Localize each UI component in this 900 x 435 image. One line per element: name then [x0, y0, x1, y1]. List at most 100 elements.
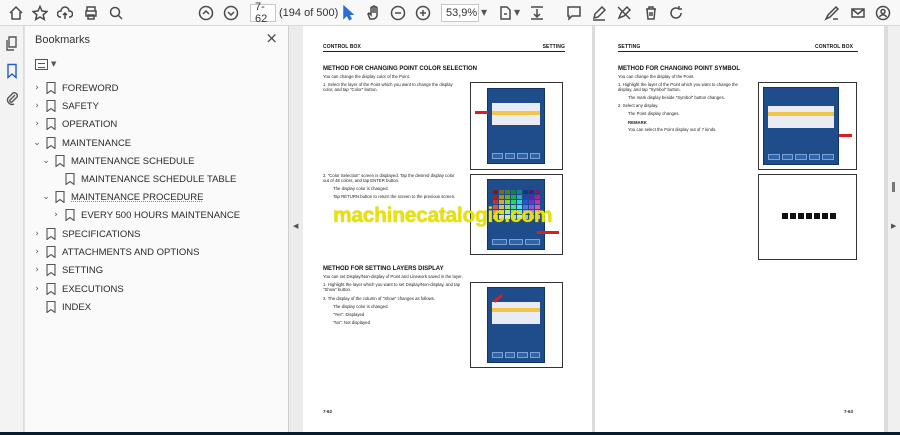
- draw-tool-icon[interactable]: [614, 3, 634, 23]
- attachments-icon[interactable]: [4, 90, 20, 106]
- bookmark-icon: [46, 81, 56, 95]
- star-icon[interactable]: [30, 3, 50, 23]
- section-intro: You can change the display color of the …: [323, 74, 411, 79]
- bookmark-attachments-and-options[interactable]: › ATTACHMENTS AND OPTIONS: [32, 243, 199, 261]
- bookmark-icon: [46, 300, 56, 314]
- page-left: CONTROL BOX SETTING METHOD FOR CHANGING …: [303, 26, 592, 435]
- delete-icon[interactable]: [641, 3, 661, 23]
- bookmark-every-500-hours-maintenance[interactable]: › EVERY 500 HOURS MAINTENANCE: [51, 206, 240, 224]
- highlight-pen-icon[interactable]: [589, 3, 609, 23]
- bookmark-label: INDEX: [62, 301, 92, 313]
- palette-swatch: [535, 195, 540, 199]
- document-view[interactable]: CONTROL BOX SETTING METHOD FOR CHANGING …: [303, 26, 888, 435]
- palette-swatch: [499, 195, 504, 199]
- palette-swatch: [529, 195, 534, 199]
- email-icon[interactable]: [848, 3, 868, 23]
- page-header-left: CONTROL BOX: [323, 44, 361, 50]
- bookmark-executions[interactable]: › EXECUTIONS: [32, 280, 124, 298]
- scrollbar-thumb[interactable]: [892, 182, 895, 192]
- chevron-right-icon[interactable]: ›: [32, 247, 42, 257]
- chevron-down-icon[interactable]: ⌄: [41, 192, 51, 202]
- pages-thumbnail-icon[interactable]: [4, 36, 20, 52]
- home-icon[interactable]: [6, 3, 26, 23]
- vertical-scrollbar[interactable]: ▶: [888, 26, 900, 435]
- chevron-down-icon[interactable]: ⌄: [41, 156, 51, 166]
- bookmark-label: SPECIFICATIONS: [62, 228, 141, 240]
- bookmark-maintenance-schedule-table[interactable]: MAINTENANCE SCHEDULE TABLE: [51, 170, 236, 188]
- zoom-level-input[interactable]: 53,9%: [441, 4, 479, 22]
- fit-dropdown-icon[interactable]: ▼: [514, 8, 520, 17]
- select-cursor-icon[interactable]: [338, 3, 358, 23]
- previous-page-icon[interactable]: [196, 3, 216, 23]
- step-note: The mark display beside "Symbol" button …: [628, 95, 725, 100]
- upload-cloud-icon[interactable]: [55, 3, 75, 23]
- bookmark-options-button[interactable]: ▼: [35, 56, 69, 72]
- step-note: "Yes": Displayed: [333, 312, 365, 317]
- palette-swatch: [499, 190, 504, 194]
- sign-edit-icon[interactable]: [822, 3, 842, 23]
- bookmark-label: EVERY 500 HOURS MAINTENANCE: [81, 209, 241, 221]
- bookmark-maintenance[interactable]: ⌄ MAINTENANCE: [32, 134, 131, 152]
- figure-layer-list: [470, 82, 563, 170]
- bookmarks-panel: Bookmarks × ▼ › FOREWORD › SAFETY › OPER…: [25, 26, 289, 435]
- section-intro: You can set Display/Non-display of Point…: [323, 274, 463, 279]
- bookmark-icon: [46, 117, 56, 131]
- zoom-out-icon[interactable]: [388, 3, 408, 23]
- close-icon[interactable]: ×: [265, 29, 278, 47]
- chevron-right-icon[interactable]: ›: [32, 229, 42, 239]
- zoom-search-icon[interactable]: [106, 3, 126, 23]
- bookmark-maintenance-schedule[interactable]: ⌄ MAINTENANCE SCHEDULE: [41, 152, 195, 170]
- step-text: 2. The display of the column of "Show" c…: [323, 296, 436, 301]
- print-icon[interactable]: [81, 3, 101, 23]
- scroll-mode-icon[interactable]: [527, 3, 547, 23]
- chevron-right-icon[interactable]: ›: [32, 284, 42, 294]
- bookmark-foreword[interactable]: › FOREWORD: [32, 79, 118, 97]
- bookmark-panel-icon[interactable]: [4, 63, 20, 80]
- bookmark-specifications[interactable]: › SPECIFICATIONS: [32, 225, 140, 243]
- zoom-in-icon[interactable]: [413, 3, 433, 23]
- bookmark-icon: [46, 136, 56, 150]
- palette-swatch: [535, 190, 540, 194]
- step-text: 2. Select any display.: [618, 103, 659, 108]
- palette-swatch: [529, 190, 534, 194]
- collapse-panel-icon[interactable]: ◀: [293, 222, 298, 230]
- remark-text: You can select the Point display out of …: [628, 127, 717, 132]
- remark-title: REMARK: [628, 120, 647, 125]
- step-text: 2. "Color Selection" screen is displayed…: [323, 173, 455, 184]
- account-icon[interactable]: [873, 3, 893, 23]
- palette-swatch: [517, 190, 522, 194]
- chevron-down-icon: ▼: [51, 60, 57, 68]
- chevron-right-icon[interactable]: ›: [51, 210, 61, 220]
- step-note: Tap RETURN button to return the screen t…: [333, 194, 456, 199]
- bookmark-label: MAINTENANCE PROCEDURE: [71, 191, 204, 203]
- bookmark-label: SETTING: [62, 264, 104, 276]
- comment-icon[interactable]: [564, 3, 584, 23]
- bookmark-setting[interactable]: › SETTING: [32, 261, 103, 279]
- device-screen: [487, 88, 545, 164]
- bookmark-operation[interactable]: › OPERATION: [32, 115, 117, 133]
- bookmark-icon: [55, 190, 65, 204]
- page-header-right: SETTING: [542, 44, 565, 50]
- section-title: METHOD FOR SETTING LAYERS DISPLAY: [323, 266, 444, 272]
- hand-tool-icon[interactable]: [363, 3, 383, 23]
- palette-swatch: [511, 195, 516, 199]
- fit-page-icon[interactable]: [496, 3, 516, 23]
- chevron-right-icon[interactable]: ›: [32, 265, 42, 275]
- zoom-dropdown-icon[interactable]: ▼: [481, 8, 487, 17]
- chevron-right-icon[interactable]: ›: [32, 119, 42, 129]
- bookmark-index[interactable]: INDEX: [32, 298, 91, 316]
- bookmark-icon: [65, 172, 75, 186]
- chevron-down-icon[interactable]: ⌄: [32, 138, 42, 148]
- bookmark-maintenance-procedure[interactable]: ⌄ MAINTENANCE PROCEDURE: [41, 188, 204, 206]
- scroll-right-icon[interactable]: ▶: [891, 222, 896, 230]
- step-note: The display color is changed.: [333, 304, 389, 309]
- chevron-right-icon[interactable]: ›: [32, 101, 42, 111]
- panel-splitter[interactable]: ◀: [289, 26, 303, 435]
- next-page-icon[interactable]: [221, 3, 241, 23]
- undo-refresh-icon[interactable]: [666, 3, 686, 23]
- bookmark-icon: [65, 208, 75, 222]
- page-number-input[interactable]: 7-62: [250, 1, 276, 25]
- bookmark-icon: [46, 263, 56, 277]
- chevron-right-icon[interactable]: ›: [32, 83, 42, 93]
- bookmark-safety[interactable]: › SAFETY: [32, 97, 99, 115]
